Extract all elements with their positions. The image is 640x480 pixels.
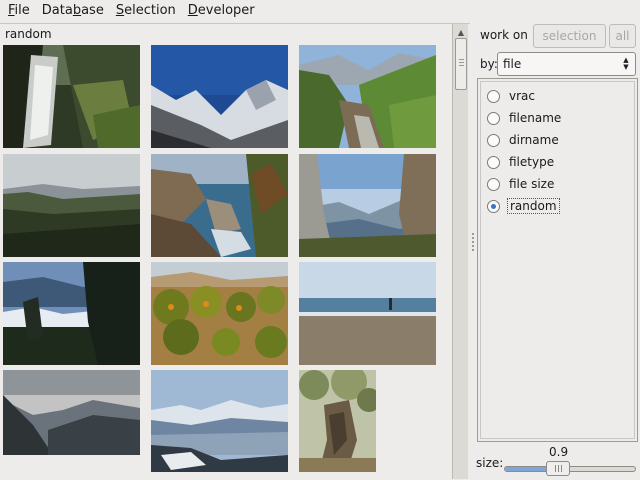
thumbnail-beach-walker[interactable] <box>299 262 436 365</box>
radio-icon[interactable] <box>487 155 500 169</box>
selection-button[interactable]: selection <box>533 24 606 48</box>
menu-database[interactable]: Database <box>36 0 110 22</box>
size-value: 0.9 <box>549 445 569 459</box>
menubar: File Database Selection Developer <box>0 0 640 22</box>
scroll-up-arrow-icon[interactable]: ▲ <box>454 25 468 39</box>
radio-icon[interactable] <box>487 111 500 125</box>
menu-file[interactable]: File <box>2 0 36 22</box>
scrollbar-thumb[interactable] <box>455 38 467 90</box>
radio-icon[interactable] <box>487 89 500 103</box>
thumbnail-mountain-sunset-ridge[interactable] <box>3 370 140 455</box>
sort-by-value: file <box>503 57 522 71</box>
sort-by-combobox[interactable]: file ▲ ▼ <box>497 52 636 76</box>
thumbnail-olive-tree-trunk[interactable] <box>299 370 376 472</box>
side-panel: work on selection all by: file ▲ ▼ vrac f… <box>476 23 640 480</box>
radio-option-vrac[interactable]: vrac <box>487 87 537 105</box>
thumbnail-orange-grove[interactable] <box>151 262 288 365</box>
radio-icon[interactable] <box>487 133 500 147</box>
radio-label: dirname <box>509 133 559 147</box>
thumbnail-waterfall-cliff[interactable] <box>3 45 140 148</box>
menu-selection[interactable]: Selection <box>110 0 182 22</box>
radio-label: filetype <box>509 155 555 169</box>
sort-by-label: by: <box>480 57 498 71</box>
radio-icon[interactable] <box>487 177 500 191</box>
size-slider-knob[interactable] <box>546 461 570 476</box>
radio-label: file size <box>509 177 555 191</box>
radio-checked-icon[interactable] <box>487 199 500 213</box>
radio-option-file-size[interactable]: file size <box>487 175 556 193</box>
thumbnail-snowy-mountains[interactable] <box>151 45 288 148</box>
thumbnail-coastal-hills[interactable] <box>3 154 140 257</box>
all-button[interactable]: all <box>609 24 636 48</box>
thumbnail-vertical-scrollbar[interactable]: ▲ <box>452 24 468 479</box>
radio-label: filename <box>509 111 562 125</box>
menu-developer[interactable]: Developer <box>182 0 261 22</box>
thumbnail-sea-of-clouds-tree[interactable] <box>3 262 140 365</box>
radio-option-random[interactable]: random <box>487 197 560 215</box>
radio-label: random <box>507 198 560 214</box>
thumbnail-cliff-valley-view[interactable] <box>299 154 436 257</box>
thumbnail-mountain-valley-stream[interactable] <box>299 45 436 148</box>
thumbnail-rocky-coast-sea[interactable] <box>151 154 288 257</box>
radio-option-dirname[interactable]: dirname <box>487 131 561 149</box>
radio-option-filename[interactable]: filename <box>487 109 563 127</box>
thumbnail-grid-pane: random <box>0 23 470 480</box>
radio-label: vrac <box>509 89 535 103</box>
grid-title: random <box>5 27 52 41</box>
work-on-row: work on selection all <box>476 23 640 49</box>
radio-option-filetype[interactable]: filetype <box>487 153 556 171</box>
combo-arrows-icon: ▲ ▼ <box>623 56 629 71</box>
size-label: size: <box>476 456 504 470</box>
work-on-label: work on <box>480 28 528 42</box>
size-slider-track[interactable] <box>504 466 636 472</box>
thumbnail-snowy-peaks-haze[interactable] <box>151 370 288 472</box>
sort-options-list: vrac filename dirname filetype file size… <box>477 78 638 442</box>
